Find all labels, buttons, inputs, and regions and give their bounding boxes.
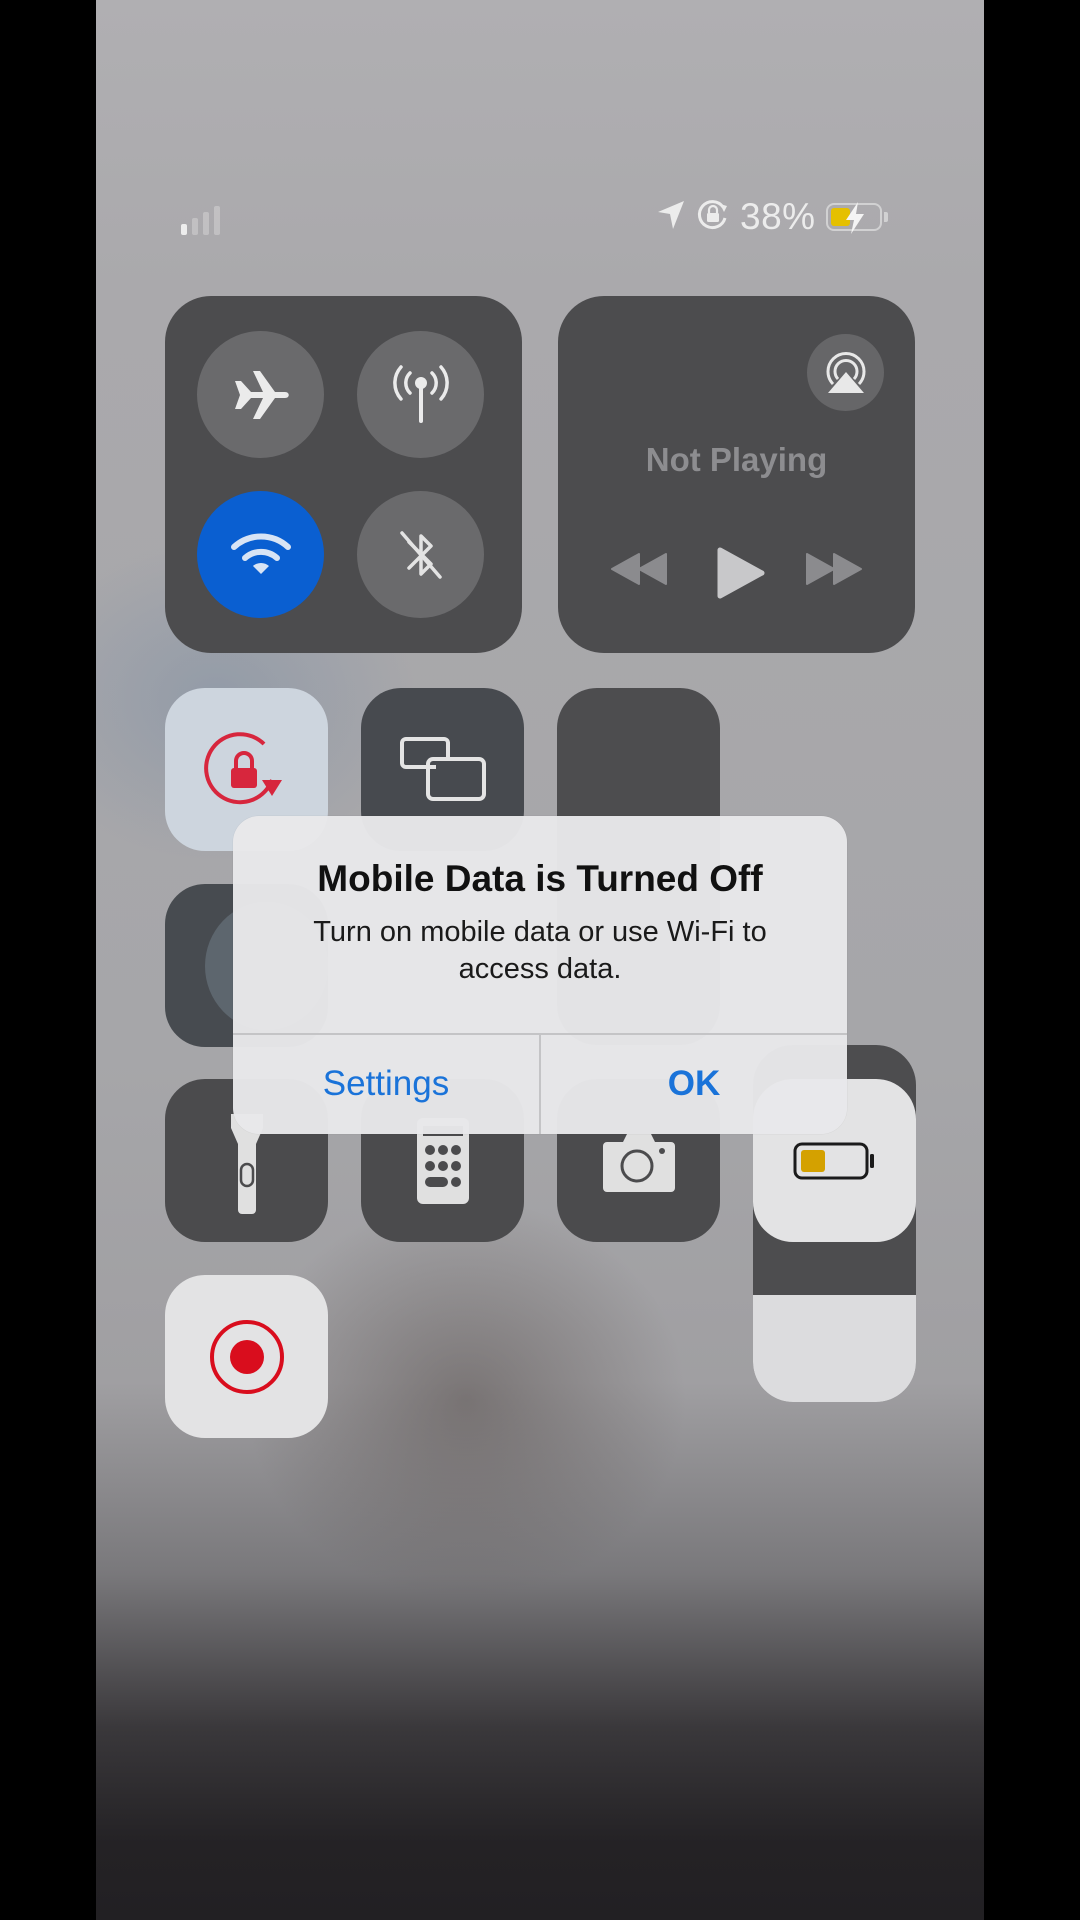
connectivity-module <box>165 296 522 653</box>
volume-level <box>753 1294 916 1402</box>
battery-percentage: 38% <box>740 196 816 237</box>
cellular-data-toggle[interactable] <box>357 331 484 458</box>
wifi-toggle[interactable] <box>197 491 324 618</box>
fast-forward-button[interactable] <box>805 552 863 591</box>
play-button[interactable] <box>716 546 766 605</box>
location-arrow-icon <box>656 199 686 236</box>
now-playing-status: Not Playing <box>645 441 828 478</box>
battery-icon <box>793 1142 874 1179</box>
battery-tip <box>883 212 888 222</box>
camera-icon <box>602 1133 675 1192</box>
mobile-data-alert: Mobile Data is Turned Off Turn on mobile… <box>233 816 847 1134</box>
control-center: 38% Not Playing Mobile Data is Turned Of… <box>96 0 984 1920</box>
airplay-button[interactable] <box>807 334 884 411</box>
bluetooth-toggle[interactable] <box>357 491 484 618</box>
now-playing-module: Not Playing <box>558 296 915 653</box>
screen-recording-button[interactable] <box>165 1275 328 1438</box>
record-icon <box>209 1319 284 1394</box>
orientation-lock-icon <box>203 731 282 804</box>
ok-button[interactable]: OK <box>541 1034 847 1134</box>
orientation-lock-icon <box>696 198 730 237</box>
airplane-mode-toggle[interactable] <box>197 331 324 458</box>
play-icon <box>717 547 765 599</box>
charging-bolt-icon <box>845 202 864 234</box>
battery-icon <box>825 202 882 234</box>
alert-title: Mobile Data is Turned Off <box>317 858 763 899</box>
rewind-icon <box>611 553 667 585</box>
cellular-signal-icon <box>181 206 220 235</box>
cellular-antenna-icon <box>392 364 449 423</box>
wifi-icon <box>230 533 291 574</box>
fast-forward-icon <box>806 553 862 585</box>
bluetooth-off-icon <box>399 530 442 579</box>
alert-message: Turn on mobile data or use Wi-Fi to acce… <box>313 916 767 985</box>
airplane-icon <box>234 370 289 419</box>
screen-mirroring-icon <box>399 736 486 801</box>
rewind-button[interactable] <box>610 552 668 591</box>
airplay-icon <box>826 351 865 393</box>
status-bar-right: 38% <box>656 196 888 238</box>
settings-button[interactable]: Settings <box>233 1034 539 1134</box>
